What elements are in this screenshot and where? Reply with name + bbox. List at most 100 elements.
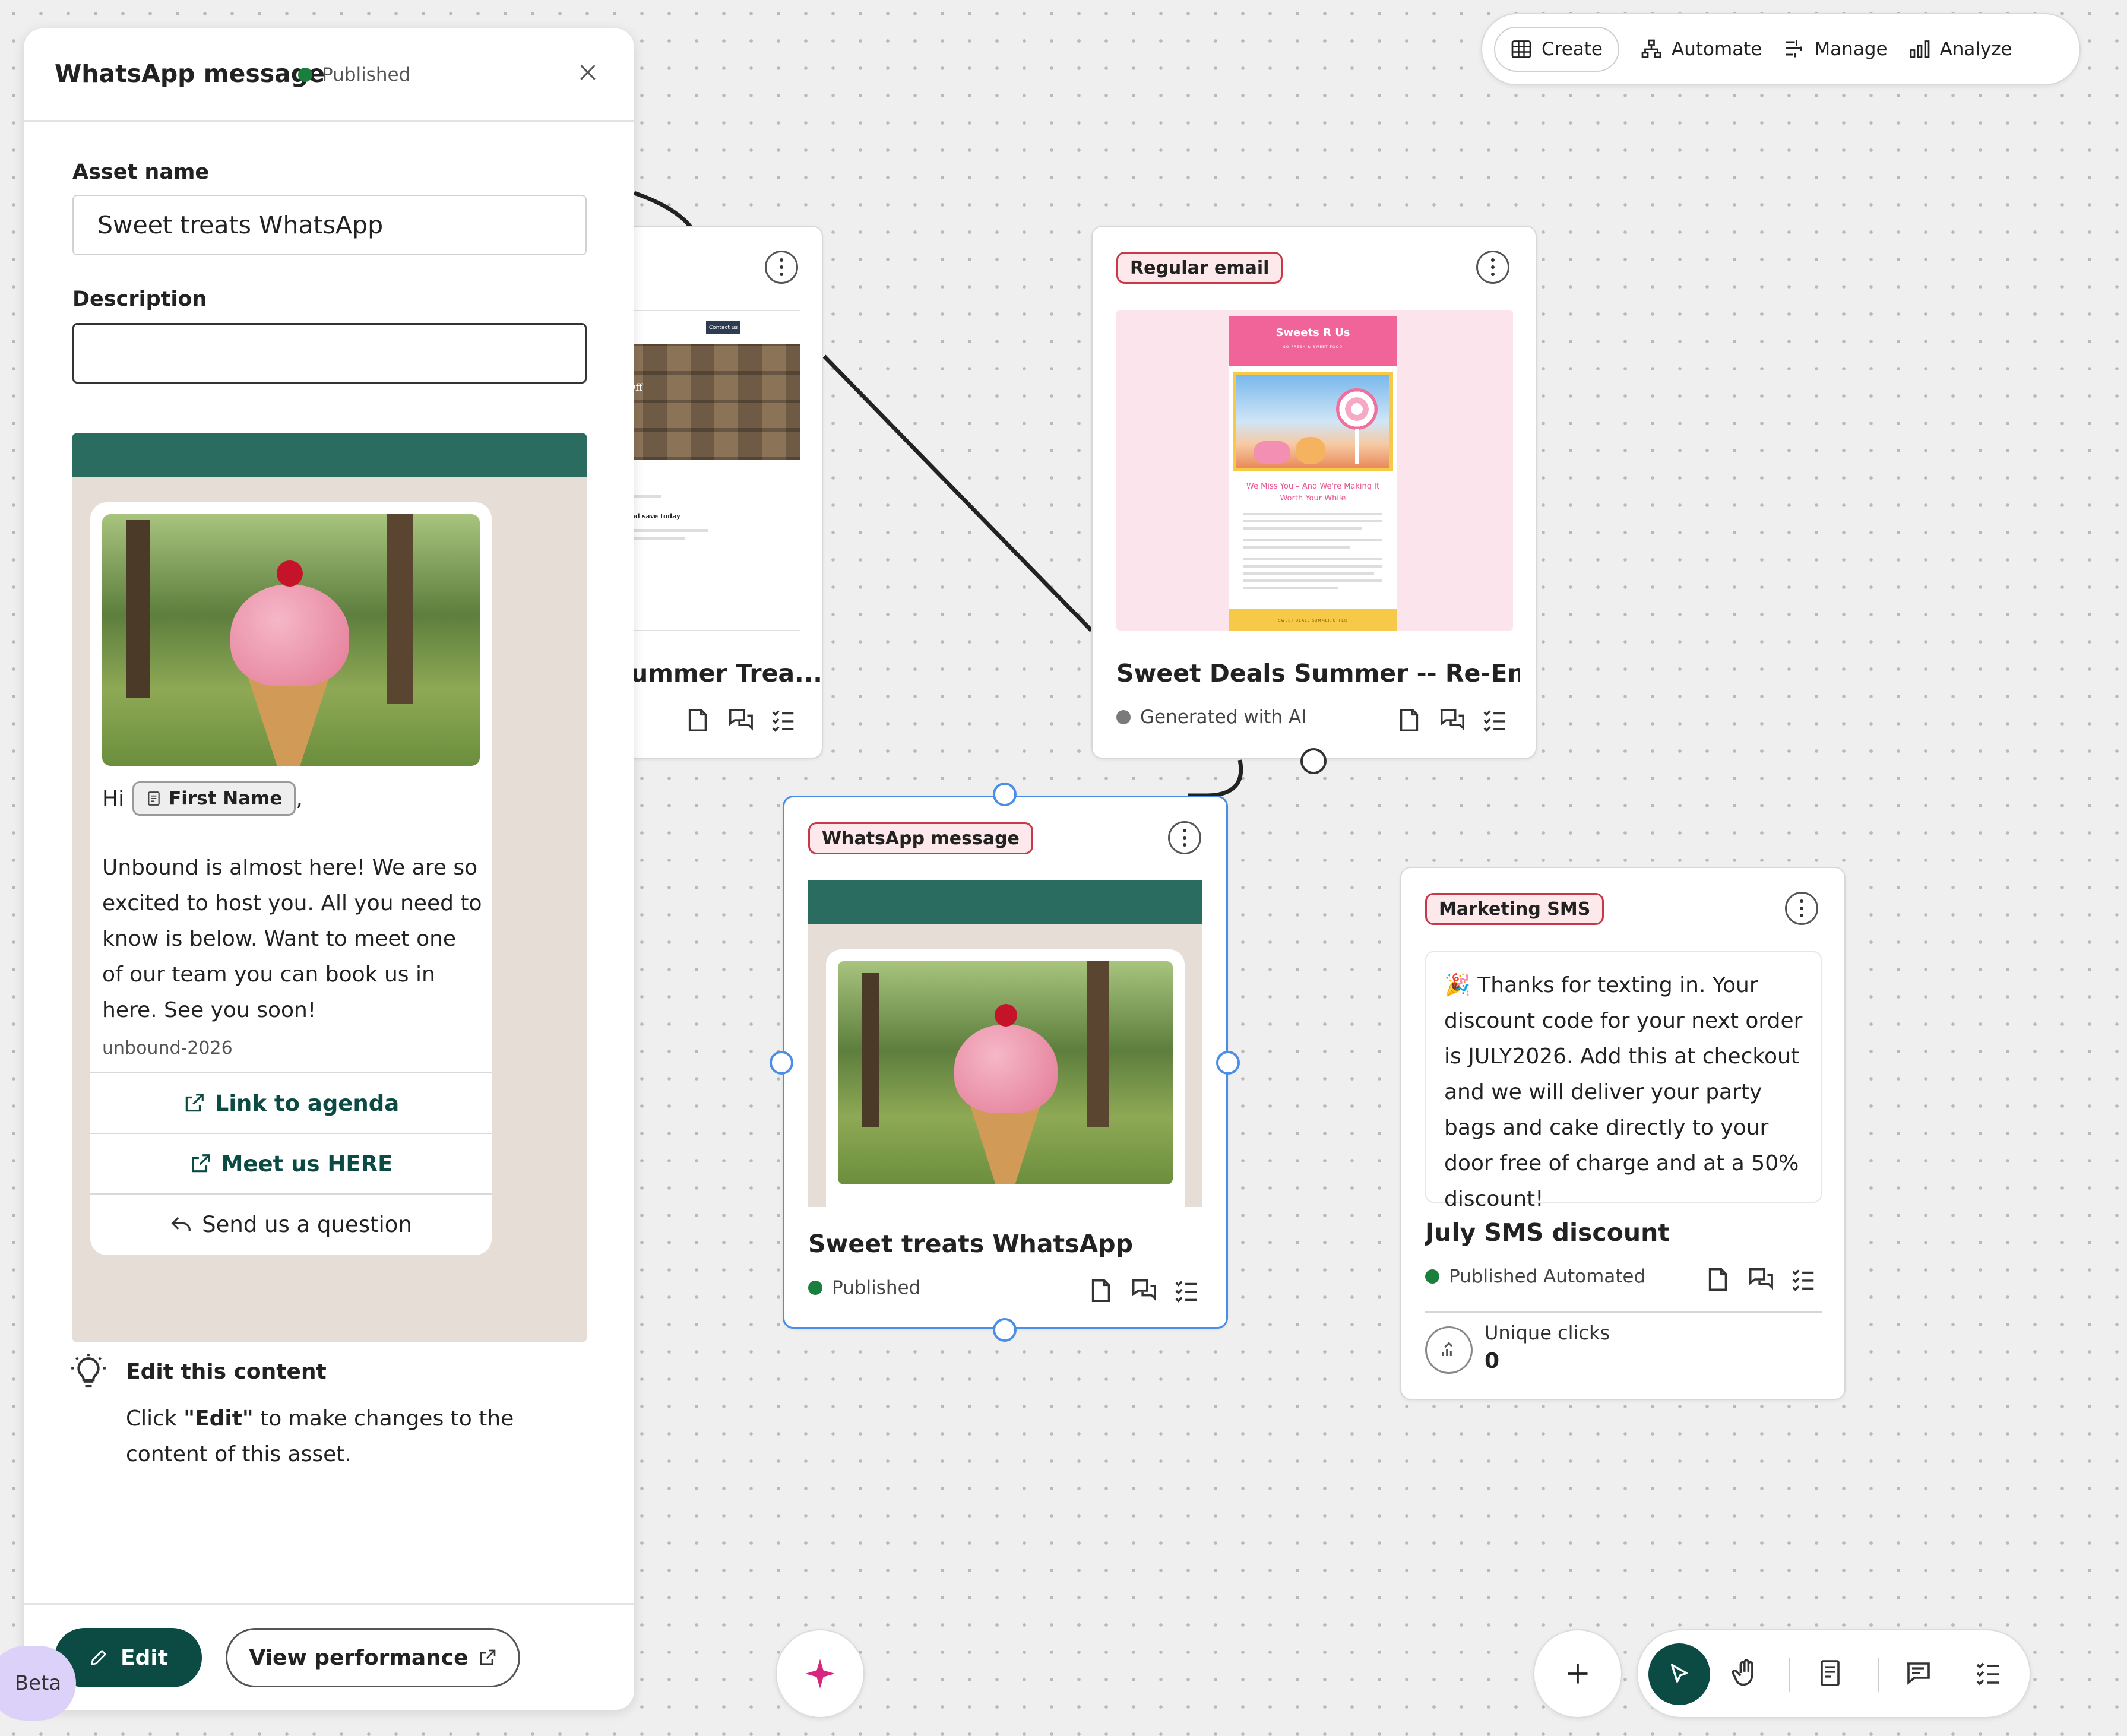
- checklist-icon[interactable]: [1481, 707, 1508, 734]
- document-icon[interactable]: [1704, 1266, 1732, 1293]
- automate-label: Automate: [1672, 39, 1762, 60]
- status-text: Published: [832, 1277, 921, 1298]
- more-options-button[interactable]: [1476, 251, 1509, 284]
- asset-name-input[interactable]: Sweet treats WhatsApp: [72, 195, 587, 255]
- thumb-tagline: SO FRESH & SWEET FOOD: [1283, 345, 1343, 349]
- token-label: First Name: [169, 788, 283, 809]
- document-icon[interactable]: [1087, 1277, 1115, 1304]
- sms-card[interactable]: Marketing SMS 🎉 Thanks for texting in. Y…: [1400, 867, 1846, 1400]
- status-dot: [1425, 1269, 1439, 1284]
- close-button[interactable]: [576, 61, 600, 84]
- checklist-icon[interactable]: [1173, 1277, 1200, 1304]
- connection-handle-bottom[interactable]: [993, 1318, 1017, 1342]
- edit-button[interactable]: Edit: [55, 1628, 202, 1687]
- comments-icon[interactable]: [727, 707, 754, 734]
- automate-tab[interactable]: Automate: [1641, 39, 1762, 60]
- close-icon: [580, 65, 596, 80]
- comments-icon[interactable]: [1130, 1277, 1157, 1304]
- whatsapp-card[interactable]: WhatsApp message Sweet treats WhatsApp P…: [783, 796, 1228, 1329]
- beta-badge[interactable]: Beta: [0, 1646, 76, 1721]
- description-input[interactable]: [72, 323, 587, 384]
- checklist-icon[interactable]: [1790, 1266, 1817, 1293]
- view-performance-button[interactable]: View performance: [226, 1628, 520, 1687]
- comments-icon[interactable]: [1747, 1266, 1774, 1293]
- pencil-icon: [91, 1650, 106, 1665]
- message-bubble: Hi First Name , Unbound is almost here! …: [90, 502, 492, 1255]
- greeting-comma: ,: [296, 786, 303, 811]
- select-tool-button[interactable]: [1648, 1643, 1710, 1705]
- metric-value: 0: [1485, 1349, 1500, 1373]
- status-dot: [1116, 710, 1131, 724]
- email-thumbnail: Sweets R Us SO FRESH & SWEET FOOD We Mis…: [1116, 310, 1513, 631]
- manage-tab[interactable]: Manage: [1783, 39, 1888, 60]
- send-question-button[interactable]: Send us a question: [90, 1193, 492, 1254]
- comment-icon: [1907, 1662, 1930, 1685]
- tasks-tool-button[interactable]: [1974, 1659, 2002, 1687]
- connection-handle-right[interactable]: [1216, 1051, 1240, 1075]
- checklist-icon[interactable]: [770, 707, 797, 734]
- analyze-label: Analyze: [1939, 39, 2012, 60]
- reply-icon: [171, 1217, 191, 1231]
- status-text: Generated with AI: [1140, 707, 1307, 728]
- tip-text-pre: Click: [126, 1406, 184, 1431]
- more-options-button[interactable]: [1168, 821, 1201, 854]
- thumb-heading: We Miss You – And We're Making It Worth …: [1246, 482, 1380, 503]
- output-port[interactable]: [1300, 748, 1327, 774]
- card-status: Generated with AI: [1116, 707, 1306, 728]
- link-to-agenda-button[interactable]: Link to agenda: [90, 1072, 492, 1133]
- pan-tool-button[interactable]: [1730, 1658, 1761, 1689]
- description-label: Description: [72, 287, 207, 311]
- external-link-icon: [480, 1649, 495, 1665]
- whatsapp-preview: Hi First Name , Unbound is almost here! …: [72, 433, 587, 1342]
- comment-tool-button[interactable]: [1904, 1659, 1932, 1687]
- tip-title: Edit this content: [126, 1360, 327, 1384]
- external-link-icon: [185, 1094, 204, 1112]
- canvas-toolbar: [1637, 1629, 2031, 1718]
- checklist-icon: [1976, 1662, 1999, 1686]
- flow-icon: [1641, 39, 1661, 58]
- thumb-contact-button: Contact us: [706, 321, 740, 334]
- tip-text-bold: "Edit": [183, 1406, 254, 1431]
- email-card[interactable]: Regular email Sweets R Us SO FRESH & SWE…: [1091, 226, 1537, 774]
- pointer-icon: [1671, 1664, 1688, 1683]
- manage-label: Manage: [1814, 39, 1888, 60]
- status-dot: [808, 1281, 822, 1295]
- view-performance-label: View performance: [249, 1645, 469, 1670]
- ai-assistant-button[interactable]: [776, 1629, 865, 1718]
- status-dot: [298, 68, 312, 82]
- notes-tool-button[interactable]: [1816, 1659, 1844, 1687]
- document-icon[interactable]: [1395, 707, 1423, 734]
- thumb-candy-image: [1233, 372, 1393, 471]
- comments-icon[interactable]: [1438, 707, 1466, 734]
- card-title: ummer Trea...: [631, 659, 822, 688]
- meet-us-button[interactable]: Meet us HERE: [90, 1133, 492, 1193]
- create-tab[interactable]: Create: [1494, 27, 1620, 72]
- card-title: Sweet Deals Summer -- Re-Eng...: [1116, 659, 1520, 688]
- lightbulb-icon: [69, 1354, 108, 1393]
- more-options-button[interactable]: [765, 251, 798, 284]
- connection-handle-top[interactable]: [993, 783, 1017, 806]
- card-title: July SMS discount: [1425, 1218, 1670, 1247]
- document-icon[interactable]: [684, 707, 711, 734]
- marketing-sms-tag: Marketing SMS: [1425, 893, 1604, 925]
- grid-icon: [1511, 40, 1531, 58]
- more-options-button[interactable]: [1785, 892, 1818, 925]
- header-divider: [24, 120, 634, 122]
- tip-text: Click "Edit" to make changes to the cont…: [126, 1401, 601, 1472]
- asset-details-panel: WhatsApp message Published Asset name Sw…: [24, 28, 634, 1710]
- message-body: Unbound is almost here! We are so excite…: [102, 856, 482, 1022]
- analyze-tab[interactable]: Analyze: [1909, 39, 2012, 60]
- party-emoji: 🎉: [1444, 973, 1471, 997]
- button-label: Meet us HERE: [221, 1151, 393, 1177]
- whatsapp-thumbnail: [808, 880, 1202, 1207]
- create-label: Create: [1542, 39, 1603, 60]
- edit-label: Edit: [121, 1645, 168, 1670]
- status-text: Published: [322, 64, 411, 85]
- divider: [1425, 1311, 1822, 1313]
- status-text: Published Automated: [1449, 1266, 1646, 1287]
- add-node-button[interactable]: [1533, 1629, 1622, 1718]
- sms-message-box: 🎉 Thanks for texting in. Your discount c…: [1425, 951, 1822, 1211]
- toolbar-divider: [1878, 1658, 1879, 1692]
- connection-handle-left[interactable]: [770, 1051, 793, 1075]
- whatsapp-message-tag: WhatsApp message: [808, 822, 1033, 854]
